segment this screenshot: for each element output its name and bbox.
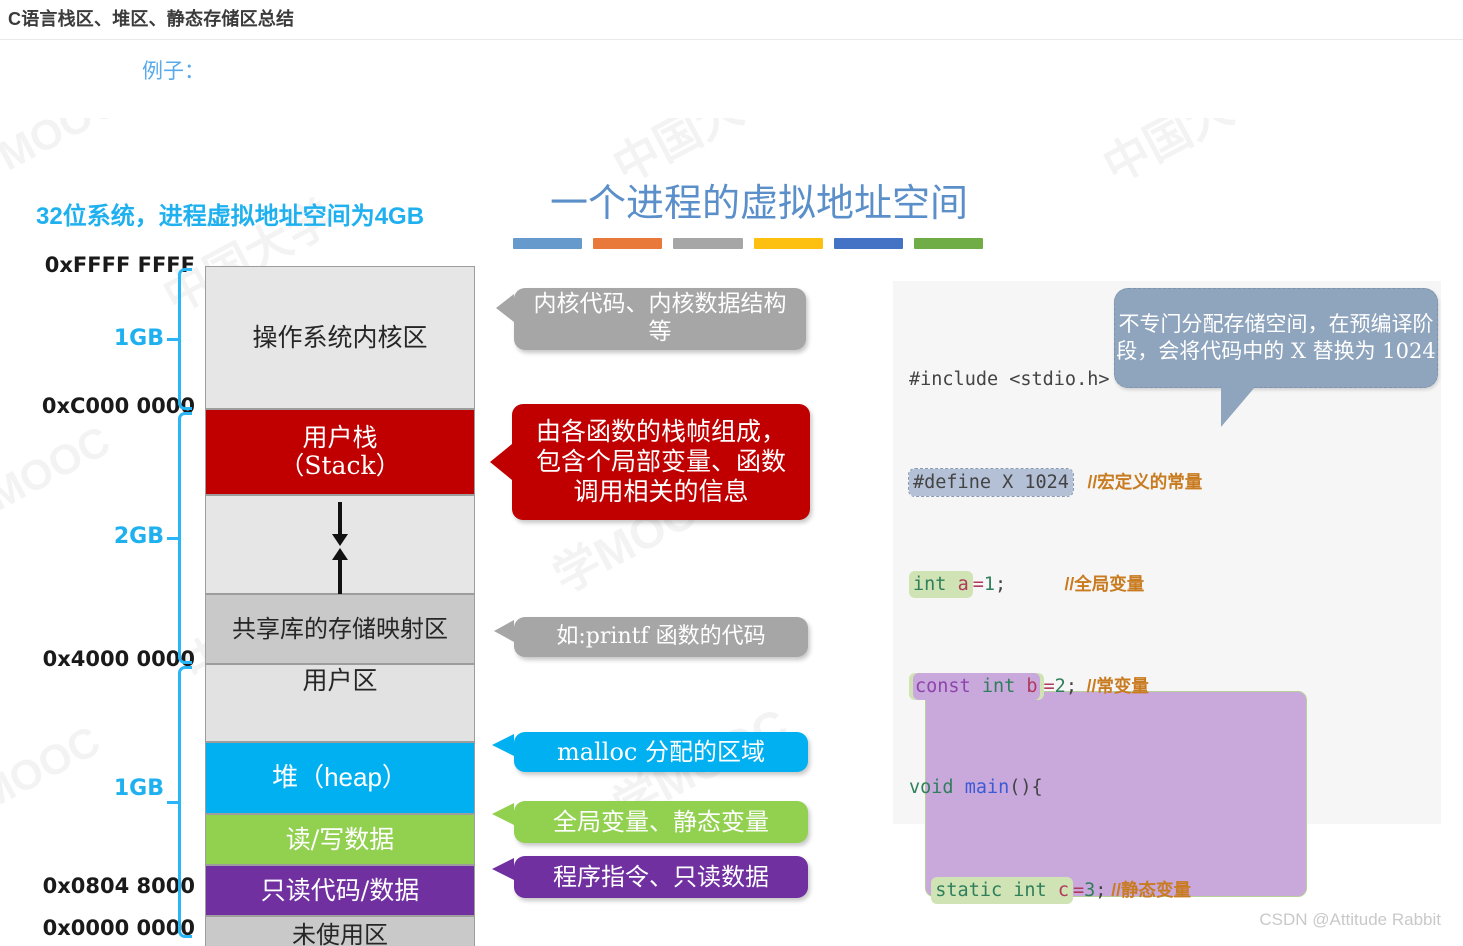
callout-tail (492, 858, 514, 880)
callout-tail (492, 803, 514, 825)
accent-bar (513, 238, 583, 249)
page-title: C语言栈区、堆区、静态存储区总结 (8, 9, 295, 29)
credit-watermark: CSDN @Attitude Rabbit (1259, 910, 1441, 929)
brace-label: 2GB (113, 524, 164, 549)
code-line: int a =1; //全局变量 (909, 567, 1429, 601)
accent-bar (913, 238, 984, 249)
code-line: void main(){ (909, 777, 1043, 798)
address-label: 0x4000 0000 (42, 647, 195, 671)
segment-shared-lib: 共享库的存储映射区 (205, 594, 475, 664)
callout-text: 程序指令、只读数据 (553, 862, 769, 891)
address-label: 0xC000 0000 (41, 394, 195, 418)
callout-shared-lib: 如:printf 函数的代码 (494, 617, 808, 657)
brace-label: 1GB (113, 326, 164, 351)
accent-bars (513, 238, 984, 250)
segment-ro-code: 只读代码/数据 (205, 865, 475, 916)
code-listing: #include <stdio.h> #define X 1024 //宏定义的… (908, 295, 1429, 946)
segment-kernel: 操作系统内核区 (205, 266, 475, 409)
watermark: MOOC (0, 118, 128, 180)
callout-text: 内核代码、内核数据结构等 (533, 291, 787, 345)
address-label: 0x0000 0000 (42, 916, 195, 940)
bubble-tail (1221, 387, 1269, 427)
callout-text: 由各函数的栈帧组成，包含个局部变量、函数调用相关的信息 (535, 417, 786, 506)
address-column: 0xFFFF FFFF 0xC000 0000 0x4000 0000 0x08… (0, 253, 195, 946)
segment-user-area: 用户区 (205, 664, 475, 742)
callout-text: 如:printf 函数的代码 (556, 623, 766, 649)
callout-tail (496, 294, 514, 322)
callout-stack: 由各函数的栈帧组成，包含个局部变量、函数调用相关的信息 (490, 404, 810, 520)
callout-text: 全局变量、静态变量 (553, 807, 769, 836)
memory-map: 操作系统内核区 用户栈 （Stack） 共享库的存储映射区 用户区 堆（heap… (205, 266, 475, 946)
segment-stack: 用户栈 （Stack） (205, 409, 475, 495)
accent-bar (833, 238, 903, 249)
watermark: 中国大学 (1090, 118, 1283, 196)
segment-rw-data: 读/写数据 (205, 814, 475, 865)
brace-2gb-user (167, 412, 192, 664)
callout-text: malloc 分配的区域 (557, 737, 765, 766)
code-line: #define X 1024 //宏定义的常量 (908, 465, 1429, 499)
accent-bar (753, 238, 823, 249)
code-line: const int b =2; //常变量 (909, 669, 1429, 703)
callout-ro-code: 程序指令、只读数据 (492, 856, 808, 898)
callout-tail (494, 620, 514, 642)
callout-heap: malloc 分配的区域 (492, 732, 808, 772)
brace-1gb-low (167, 666, 192, 938)
segment-heap: 堆（heap） (205, 742, 475, 814)
segment-gap (205, 495, 475, 594)
brace-1gb-kernel (167, 268, 192, 410)
callout-kernel: 内核代码、内核数据结构等 (496, 288, 806, 350)
address-label: 0xFFFF FFFF (44, 253, 195, 277)
accent-bar (593, 238, 663, 249)
accent-bar (673, 238, 743, 249)
callout-rw-data: 全局变量、静态变量 (492, 801, 808, 843)
brace-label: 1GB (113, 776, 164, 801)
bubble-text: 不专门分配存储空间，在预编译阶段，会将代码中的 X 替换为 1024 (1116, 311, 1436, 363)
define-explain-bubble: 不专门分配存储空间，在预编译阶段，会将代码中的 X 替换为 1024 (1114, 288, 1438, 427)
callout-tail (492, 734, 514, 756)
callout-tail (490, 444, 512, 480)
page-subtitle: 例子： (142, 60, 205, 83)
code-line: static int c =3; //静态变量 (909, 873, 1429, 907)
header-divider (0, 39, 1463, 40)
address-label: 0x0804 8000 (42, 874, 195, 898)
diagram-title: 一个进程的虚拟地址空间 (549, 181, 968, 225)
system-note: 32位系统，进程虚拟地址空间为4GB (36, 203, 425, 230)
segment-unused: 未使用区 (205, 916, 475, 946)
slide-canvas: MOOC 中国大学 MOOC 中国大学 MOOC 学MOOC 中国大学 中国大学… (0, 118, 1463, 946)
